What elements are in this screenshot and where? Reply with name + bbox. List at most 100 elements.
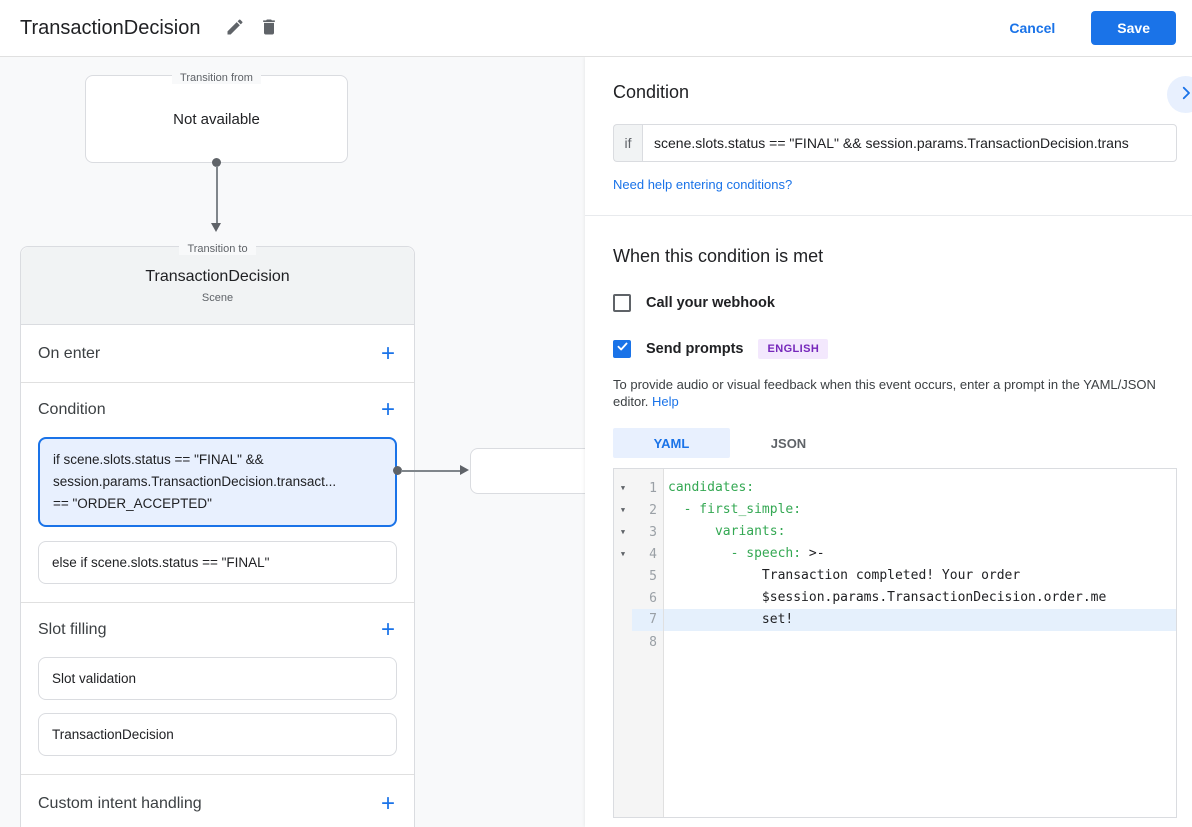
- condition-card-selected[interactable]: if scene.slots.status == "FINAL" && sess…: [38, 437, 397, 527]
- fold-arrow-icon[interactable]: ▼: [614, 484, 632, 492]
- trash-icon: [259, 17, 279, 40]
- line-number: 7: [632, 609, 663, 631]
- language-badge: ENGLISH: [758, 339, 828, 359]
- condition-section-label: Condition: [38, 401, 106, 419]
- call-webhook-checkbox[interactable]: [613, 294, 631, 312]
- on-enter-label: On enter: [38, 345, 100, 363]
- save-button[interactable]: Save: [1091, 11, 1176, 45]
- line-number: 6: [632, 591, 663, 606]
- condition-section: Condition + if scene.slots.status == "FI…: [21, 383, 414, 603]
- gutter-row: 8: [614, 631, 663, 653]
- chevron-right-icon: [1177, 84, 1192, 105]
- gutter-row: 5: [614, 565, 663, 587]
- gutter-row: ▼1: [614, 477, 663, 499]
- yaml-text-token: $session.params.TransactionDecision.orde…: [668, 590, 1106, 605]
- yaml-text-token: set!: [668, 612, 793, 627]
- gutter-row: ▼3: [614, 521, 663, 543]
- gutter-row: 6: [614, 587, 663, 609]
- fold-arrow-icon[interactable]: ▼: [614, 550, 632, 558]
- delete-button[interactable]: [252, 11, 286, 45]
- connector-line: [401, 470, 461, 472]
- code-line[interactable]: - first_simple:: [664, 499, 1176, 521]
- line-number: 4: [632, 547, 663, 562]
- send-prompts-row: Send prompts ENGLISH: [613, 339, 1177, 359]
- fold-arrow-icon[interactable]: ▼: [614, 528, 632, 536]
- transition-from-box[interactable]: Transition from Not available: [85, 75, 348, 163]
- arrowhead-down-icon: [211, 223, 221, 232]
- add-slot-button[interactable]: +: [377, 618, 399, 642]
- panel-title: Condition: [613, 82, 1177, 103]
- slot-filling-section: Slot filling + Slot validation Transacti…: [21, 603, 414, 775]
- call-webhook-label: Call your webhook: [646, 295, 775, 311]
- line-number: 1: [632, 481, 663, 496]
- condition-detail-panel: Condition if Need help entering conditio…: [585, 57, 1192, 827]
- arrowhead-right-icon: [460, 465, 469, 475]
- condition-expression-input[interactable]: [642, 124, 1177, 162]
- gutter-row: ▼2: [614, 499, 663, 521]
- slot-validation-card[interactable]: Slot validation: [38, 657, 397, 700]
- if-prefix-label: if: [613, 124, 642, 162]
- yaml-key-token: variants:: [668, 524, 785, 539]
- connector-line: [216, 166, 218, 224]
- send-prompts-label: Send prompts: [646, 341, 743, 357]
- add-condition-button[interactable]: +: [377, 398, 399, 422]
- condition-input-row: if: [613, 124, 1177, 162]
- scene-card-header[interactable]: TransactionDecision Scene: [21, 247, 414, 325]
- prompt-help-link[interactable]: Help: [652, 394, 679, 409]
- add-custom-intent-button[interactable]: +: [377, 792, 399, 816]
- scene-card-subtitle: Scene: [21, 292, 414, 304]
- send-prompts-checkbox[interactable]: [613, 340, 631, 358]
- condition-card-else[interactable]: else if scene.slots.status == "FINAL": [38, 541, 397, 584]
- transition-from-value: Not available: [86, 76, 347, 162]
- on-enter-section: On enter +: [21, 325, 414, 383]
- line-number: 3: [632, 525, 663, 540]
- page-title: TransactionDecision: [20, 17, 200, 40]
- code-line[interactable]: Transaction completed! Your order: [664, 565, 1176, 587]
- top-bar: TransactionDecision Cancel Save: [0, 0, 1192, 57]
- gutter-row: 7: [614, 609, 663, 631]
- down-arrow-connector: [211, 158, 222, 234]
- add-on-enter-button[interactable]: +: [377, 342, 399, 366]
- conditions-help-link[interactable]: Need help entering conditions?: [613, 177, 792, 192]
- webhook-row: Call your webhook: [613, 294, 1177, 312]
- editor-code[interactable]: candidates: - first_simple: variants: - …: [664, 469, 1176, 817]
- yaml-code-editor[interactable]: ▼1▼2▼3▼45678 candidates: - first_simple:…: [613, 468, 1177, 818]
- yaml-key-token: candidates:: [668, 480, 754, 495]
- code-line[interactable]: variants:: [664, 521, 1176, 543]
- editor-gutter: ▼1▼2▼3▼45678: [614, 469, 664, 817]
- yaml-text-token: Transaction completed! Your order: [668, 568, 1020, 583]
- edit-button[interactable]: [218, 11, 252, 45]
- custom-intent-section: Custom intent handling +: [21, 775, 414, 827]
- scene-card: Transition to TransactionDecision Scene …: [20, 246, 415, 827]
- prompt-description-text: To provide audio or visual feedback when…: [613, 377, 1156, 409]
- scene-card-title: TransactionDecision: [21, 268, 414, 286]
- fold-arrow-icon[interactable]: ▼: [614, 506, 632, 514]
- code-line[interactable]: set!: [664, 609, 1176, 631]
- yaml-key-token: - speech:: [668, 546, 801, 561]
- when-condition-met-title: When this condition is met: [613, 246, 1177, 267]
- code-line[interactable]: candidates:: [664, 477, 1176, 499]
- panel-divider: [585, 215, 1192, 216]
- code-line[interactable]: [664, 631, 1176, 653]
- prompt-description: To provide audio or visual feedback when…: [613, 376, 1168, 410]
- scene-diagram-canvas: Transition from Not available Transition…: [0, 57, 585, 827]
- editor-tabs: YAML JSON: [613, 428, 1177, 458]
- tab-json[interactable]: JSON: [730, 428, 847, 458]
- slot-filling-label: Slot filling: [38, 621, 106, 639]
- custom-intent-label: Custom intent handling: [38, 795, 202, 813]
- tab-yaml[interactable]: YAML: [613, 428, 730, 458]
- page: TransactionDecision Cancel Save Transiti…: [0, 0, 1192, 827]
- pencil-icon: [225, 17, 245, 40]
- line-number: 8: [632, 635, 663, 650]
- line-number: 5: [632, 569, 663, 584]
- checkmark-icon: [616, 340, 629, 358]
- yaml-key-token: - first_simple:: [668, 502, 801, 517]
- code-line[interactable]: $session.params.TransactionDecision.orde…: [664, 587, 1176, 609]
- cancel-button[interactable]: Cancel: [991, 12, 1073, 44]
- yaml-text-token: >-: [801, 546, 824, 561]
- code-line[interactable]: - speech: >-: [664, 543, 1176, 565]
- slot-transaction-card[interactable]: TransactionDecision: [38, 713, 397, 756]
- gutter-row: ▼4: [614, 543, 663, 565]
- collapse-panel-button[interactable]: [1167, 76, 1192, 113]
- line-number: 2: [632, 503, 663, 518]
